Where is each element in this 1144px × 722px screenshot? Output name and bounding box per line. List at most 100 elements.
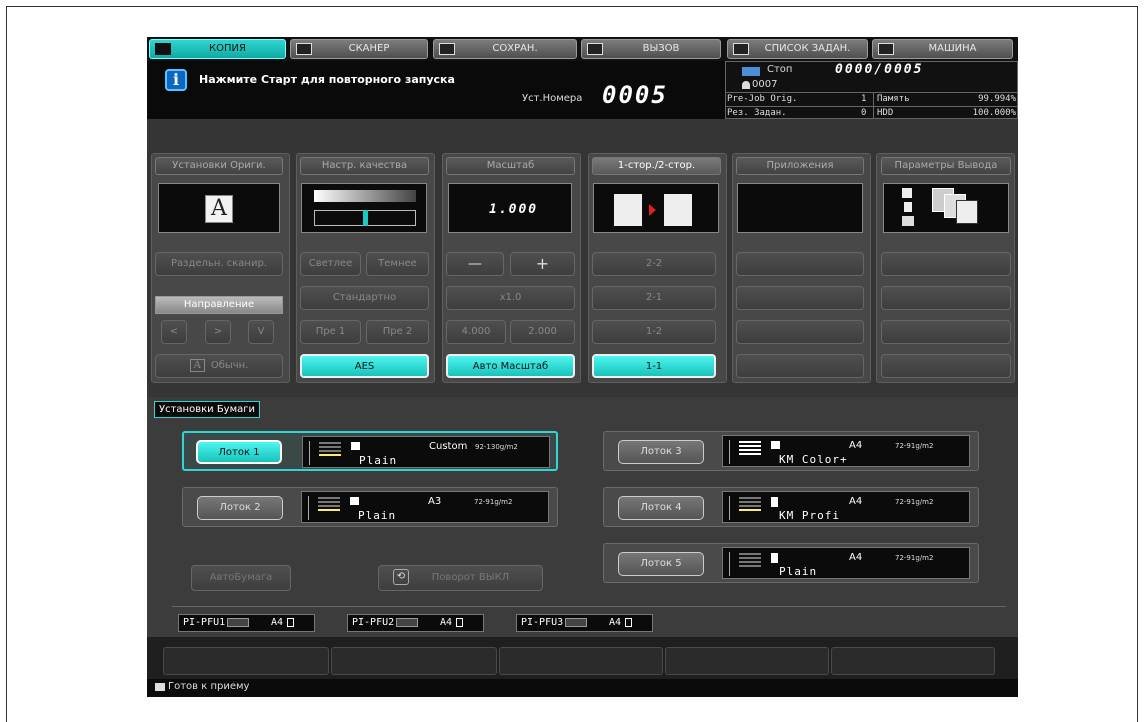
pfu-level-icon (565, 618, 587, 627)
quality-header[interactable]: Настр. качества (300, 157, 429, 175)
separate-scan-button[interactable]: Раздельн. сканир. (155, 252, 283, 276)
aes-button[interactable]: AES (300, 354, 429, 378)
tray-5-weight: 72-91g/m2 (895, 554, 934, 562)
zoom-header[interactable]: Масштаб (446, 157, 575, 175)
tray-4[interactable]: Лоток 4 A4 72-91g/m2 KM Profi (603, 487, 979, 527)
paper-settings-tab[interactable]: Установки Бумаги (154, 401, 261, 418)
direction-left-button[interactable]: < (161, 320, 187, 344)
page-icon (287, 618, 294, 627)
rotate-icon: ⟲ (393, 569, 409, 585)
density-display (301, 183, 427, 233)
bottom-slot-5 (831, 647, 995, 675)
zoom-minus-button[interactable]: — (446, 252, 504, 276)
tab-save[interactable]: СОХРАН. (433, 39, 577, 59)
output-slot-2 (881, 286, 1011, 310)
darker-button[interactable]: Темнее (366, 252, 429, 276)
direction-right-button[interactable]: > (205, 320, 231, 344)
tray-4-button[interactable]: Лоток 4 (618, 496, 704, 520)
tray-1-button[interactable]: Лоток 1 (196, 440, 282, 464)
paper-stack-icon (739, 441, 761, 463)
direction-down-button[interactable]: V (248, 320, 274, 344)
arrow-down-icon: V (257, 326, 265, 337)
output-display (883, 183, 1009, 233)
job-list-icon (733, 43, 749, 55)
tray-4-size: A4 (849, 496, 863, 507)
tray-2[interactable]: Лоток 2 A3 72-91g/m2 Plain (182, 487, 558, 527)
tray-3-weight: 72-91g/m2 (895, 442, 934, 450)
tab-copy[interactable]: КОПИЯ (149, 39, 286, 59)
direction-label: Направление (155, 296, 283, 314)
tray-2-size: A3 (428, 496, 442, 507)
tab-job-list[interactable]: СПИСОК ЗАДАН. (727, 39, 868, 59)
paper-level-gauge (729, 440, 735, 464)
duplex-2-1-button[interactable]: 2-1 (592, 286, 716, 310)
paper-stack-icon (319, 442, 341, 464)
printer-icon (155, 683, 165, 691)
paper-level-gauge (729, 496, 735, 520)
tray-4-type: KM Profi (779, 509, 840, 522)
output-settings-header[interactable]: Параметры Вывода (881, 157, 1011, 175)
tray-5-size: A4 (849, 552, 863, 563)
zoom-4000-button[interactable]: 4.000 (446, 320, 506, 344)
pfu-3: PI-PFU3 A4 (516, 614, 653, 632)
zoom-x1-button[interactable]: x1.0 (446, 286, 575, 310)
duplex-1-2-button[interactable]: 1-2 (592, 320, 716, 344)
auto-zoom-button[interactable]: Авто Масштаб (446, 354, 575, 378)
tray-5[interactable]: Лоток 5 A4 72-91g/m2 Plain (603, 543, 979, 583)
duplex-2-2-button[interactable]: 2-2 (592, 252, 716, 276)
paper-orientation-icon (771, 441, 780, 449)
tray-2-weight: 72-91g/m2 (474, 498, 513, 506)
set-number-display: 0005 (602, 81, 668, 109)
arrow-right-red-icon (649, 204, 656, 216)
tray-5-info: A4 72-91g/m2 Plain (722, 547, 970, 579)
tab-recall[interactable]: ВЫЗОВ (581, 39, 721, 59)
arrow-right-icon: > (213, 326, 223, 337)
tray-1[interactable]: Лоток 1 Custom 92-130g/m2 Plain (182, 431, 558, 471)
zoom-value: 1.000 (489, 202, 539, 217)
zoom-2000-button[interactable]: 2.000 (510, 320, 575, 344)
tray-5-button[interactable]: Лоток 5 (618, 552, 704, 576)
output-punch-icon (902, 216, 914, 226)
reserve-row: Рез. Задан. 0 HDD 100.000% (725, 106, 1018, 120)
applications-header[interactable]: Приложения (736, 157, 864, 175)
tab-scanner[interactable]: СКАНЕР (290, 39, 428, 59)
paper-stack-icon (318, 497, 340, 519)
tab-machine[interactable]: МАШИНА (872, 39, 1013, 59)
target-page-icon (664, 194, 692, 226)
zoom-plus-button[interactable]: + (510, 252, 575, 276)
auto-paper-button[interactable]: АвтоБумага (191, 565, 291, 591)
job-counter: 0000/0005 (835, 62, 924, 77)
duplex-header[interactable]: 1-стор./2-стор. (592, 157, 721, 175)
user-id: 0007 (752, 79, 778, 90)
tray-3-button[interactable]: Лоток 3 (618, 440, 704, 464)
bottom-slot-2 (331, 647, 497, 675)
tray-1-type: Plain (359, 454, 398, 467)
output-slot-4 (881, 354, 1011, 378)
original-settings-header[interactable]: Установки Ориги. (155, 157, 283, 175)
paper-level-gauge (309, 441, 315, 465)
tray-3-info: A4 72-91g/m2 KM Color+ (722, 435, 970, 467)
pfu-level-icon (227, 618, 249, 627)
divider (172, 606, 1006, 607)
status-bar-text: Готов к приему (168, 681, 250, 692)
tray-2-type: Plain (358, 509, 397, 522)
output-slot-3 (881, 320, 1011, 344)
applications-slot-4 (736, 354, 864, 378)
tray-2-button[interactable]: Лоток 2 (197, 496, 283, 520)
duplex-1-1-button[interactable]: 1-1 (592, 354, 716, 378)
tray-3[interactable]: Лоток 3 A4 72-91g/m2 KM Color+ (603, 431, 979, 471)
standard-button[interactable]: Стандартно (300, 286, 429, 310)
lighter-button[interactable]: Светлее (300, 252, 361, 276)
status-message: Нажмите Старт для повторного запуска (199, 73, 455, 86)
paper-stack-icon (739, 497, 761, 519)
paper-orientation-icon (351, 442, 360, 450)
applications-slot-2 (736, 286, 864, 310)
normal-orientation-button[interactable]: A Обычн. (155, 354, 283, 378)
preset-1-button[interactable]: Пре 1 (300, 320, 361, 344)
stop-label: Стоп (767, 64, 793, 75)
rotation-off-button[interactable]: ⟲ Поворот ВЫКЛ (378, 565, 543, 591)
preset-2-button[interactable]: Пре 2 (366, 320, 429, 344)
collate-page-c-icon (956, 200, 978, 224)
recall-icon (587, 43, 603, 55)
set-number-label: Уст.Номера (522, 93, 583, 104)
